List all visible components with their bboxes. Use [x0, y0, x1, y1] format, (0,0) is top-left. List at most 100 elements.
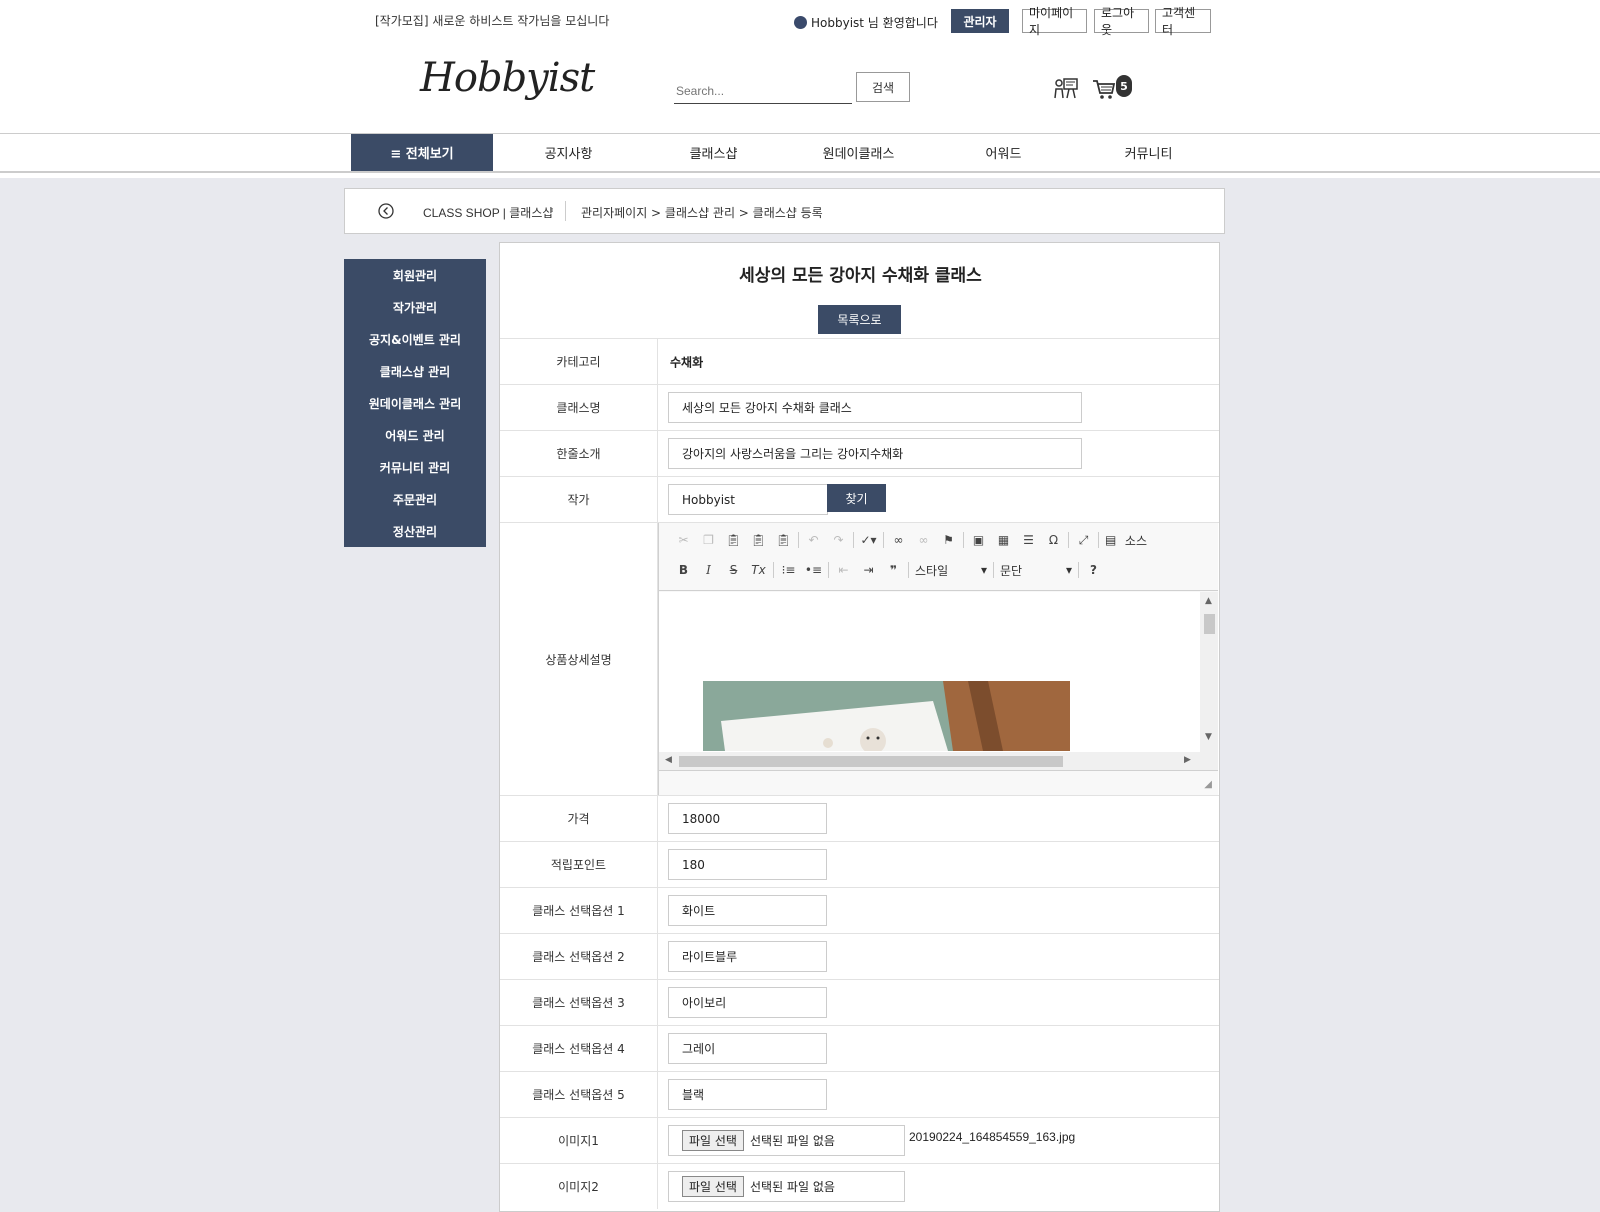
image2-choose-button[interactable]: 파일 선택 — [682, 1176, 744, 1197]
nav-all-menu[interactable]: ≡ 전체보기 — [351, 134, 493, 171]
horizontal-rule-icon[interactable]: ☰ — [1016, 529, 1041, 551]
option-row-1: 클래스 선택옵션 1 화이트 — [500, 887, 1219, 933]
maximize-icon[interactable]: ⤢ — [1071, 529, 1096, 551]
site-logo[interactable]: Hobbyist — [420, 55, 595, 101]
scroll-down-icon[interactable]: ▼ — [1205, 732, 1212, 742]
nav-community[interactable]: 커뮤니티 — [1076, 134, 1221, 171]
toolbar-separator — [853, 532, 854, 548]
copy-icon[interactable]: ❐ — [696, 529, 721, 551]
scroll-left-icon[interactable]: ◀ — [665, 755, 672, 765]
class-name-row: 클래스명 세상의 모든 강아지 수채화 클래스 — [500, 384, 1219, 430]
admin-button[interactable]: 관리자 — [951, 9, 1009, 33]
scroll-up-icon[interactable]: ▲ — [1205, 596, 1212, 606]
resize-handle-icon[interactable]: ◢ — [1204, 779, 1212, 790]
nav-oneday-class[interactable]: 원데이클래스 — [786, 134, 931, 171]
editor-content-area[interactable] — [659, 592, 1200, 770]
undo-icon[interactable]: ↶ — [801, 529, 826, 551]
option-label-2: 클래스 선택옵션 2 — [500, 934, 658, 979]
scroll-right-icon[interactable]: ▶ — [1184, 755, 1191, 765]
back-icon[interactable] — [376, 201, 396, 221]
toolbar-separator — [798, 532, 799, 548]
artist-input[interactable]: Hobbyist — [668, 484, 828, 515]
toolbar-row-1: ✂ ❐ 📋︎ 📋︎ 📋︎ ↶ ↷ ✓▾ ∞ ∞ ⚑ ▣ ▦ ☰ Ω ⤢ ▤ 소스 — [671, 529, 1151, 551]
image2-file-input[interactable]: 파일 선택 선택된 파일 없음 — [668, 1171, 905, 1202]
search-button[interactable]: 검색 — [856, 72, 910, 102]
back-to-list-button[interactable]: 목록으로 — [818, 305, 901, 334]
category-row: 카테고리 수채화 — [500, 338, 1219, 384]
help-icon[interactable]: ? — [1081, 559, 1106, 581]
paste-text-icon[interactable]: 📋︎ — [746, 529, 771, 551]
price-input[interactable]: 18000 — [668, 803, 827, 834]
option-input-3[interactable]: 아이보리 — [668, 987, 827, 1018]
outdent-icon[interactable]: ⇤ — [831, 559, 856, 581]
nav-notice[interactable]: 공지사항 — [496, 134, 641, 171]
sidebar-item-artists[interactable]: 작가관리 — [344, 291, 486, 323]
blockquote-icon[interactable]: ❞ — [881, 559, 906, 581]
source-button[interactable]: ▤ 소스 — [1101, 529, 1151, 551]
nav-divider-bottom — [0, 171, 1600, 173]
option-input-2[interactable]: 라이트블루 — [668, 941, 827, 972]
image1-choose-button[interactable]: 파일 선택 — [682, 1130, 744, 1151]
sidebar-item-oneday-class[interactable]: 원데이클래스 관리 — [344, 387, 486, 419]
toolbar-separator — [993, 562, 994, 578]
mypage-button[interactable]: 마이페이지 — [1022, 6, 1087, 37]
editor-vertical-scrollbar[interactable]: ▲ ▼ — [1200, 592, 1218, 770]
image1-file-input[interactable]: 파일 선택 선택된 파일 없음 — [668, 1125, 905, 1156]
option-label-1: 클래스 선택옵션 1 — [500, 888, 658, 933]
intro-input[interactable]: 강아지의 사랑스러움을 그리는 강아지수채화 — [668, 438, 1082, 469]
scroll-thumb[interactable] — [679, 756, 1063, 767]
bold-icon[interactable]: B — [671, 559, 696, 581]
class-name-input[interactable]: 세상의 모든 강아지 수채화 클래스 — [668, 392, 1082, 423]
italic-icon[interactable]: I — [696, 559, 721, 581]
paragraph-select[interactable]: 문단 ▾ — [996, 559, 1076, 581]
paste-icon[interactable]: 📋︎ — [721, 529, 746, 551]
logout-button[interactable]: 로그아웃 — [1094, 6, 1149, 37]
sidebar-item-award[interactable]: 어워드 관리 — [344, 419, 486, 451]
remove-format-icon[interactable]: Tx — [746, 559, 771, 581]
scroll-thumb[interactable] — [1204, 614, 1215, 634]
table-icon[interactable]: ▦ — [991, 529, 1016, 551]
cut-icon[interactable]: ✂ — [671, 529, 696, 551]
search-input[interactable] — [674, 78, 852, 104]
paste-word-icon[interactable]: 📋︎ — [771, 529, 796, 551]
sidebar-item-members[interactable]: 회원관리 — [344, 259, 486, 291]
cart-icon[interactable] — [1092, 78, 1116, 100]
unlink-icon[interactable]: ∞ — [911, 529, 936, 551]
bulleted-list-icon[interactable]: •≡ — [801, 559, 826, 581]
link-icon[interactable]: ∞ — [886, 529, 911, 551]
editor-horizontal-scrollbar[interactable]: ◀ ▶ — [659, 752, 1200, 770]
spellcheck-icon[interactable]: ✓▾ — [856, 529, 881, 551]
toolbar-separator — [908, 562, 909, 578]
sidebar-item-community[interactable]: 커뮤니티 관리 — [344, 451, 486, 483]
find-artist-button[interactable]: 찾기 — [827, 484, 886, 512]
sidebar-item-notice-events[interactable]: 공지&이벤트 관리 — [344, 323, 486, 355]
option-input-5[interactable]: 블랙 — [668, 1079, 827, 1110]
artist-board-icon[interactable] — [1053, 77, 1079, 99]
strikethrough-icon[interactable]: S — [721, 559, 746, 581]
nav-classshop[interactable]: 클래스샵 — [641, 134, 786, 171]
category-label: 카테고리 — [500, 339, 658, 384]
sidebar-item-classshop[interactable]: 클래스샵 관리 — [344, 355, 486, 387]
indent-icon[interactable]: ⇥ — [856, 559, 881, 581]
numbered-list-icon[interactable]: ⁝≡ — [776, 559, 801, 581]
option-input-4[interactable]: 그레이 — [668, 1033, 827, 1064]
dog-painting-image — [703, 681, 1070, 751]
points-input[interactable]: 180 — [668, 849, 827, 880]
option-input-1[interactable]: 화이트 — [668, 895, 827, 926]
nav-award[interactable]: 어워드 — [931, 134, 1076, 171]
support-button[interactable]: 고객센터 — [1155, 6, 1211, 37]
special-char-icon[interactable]: Ω — [1041, 529, 1066, 551]
anchor-flag-icon[interactable]: ⚑ — [936, 529, 961, 551]
detail-label: 상품상세설명 — [500, 523, 658, 795]
option-label-5: 클래스 선택옵션 5 — [500, 1072, 658, 1117]
welcome-message: Hobbyist 님 환영합니다 — [794, 14, 938, 31]
recruit-notice-link[interactable]: [작가모집] 새로운 하비스트 작가님을 모십니다 — [375, 12, 609, 29]
image-icon[interactable]: ▣ — [966, 529, 991, 551]
detail-row: 상품상세설명 ✂ ❐ 📋︎ 📋︎ 📋︎ ↶ ↷ ✓▾ ∞ ∞ ⚑ ▣ ▦ ☰ Ω… — [500, 522, 1219, 795]
image1-row: 이미지1 파일 선택 선택된 파일 없음 20190224_164854559_… — [500, 1117, 1219, 1163]
sidebar-item-settlement[interactable]: 정산관리 — [344, 515, 486, 547]
redo-icon[interactable]: ↷ — [826, 529, 851, 551]
main-nav: ≡ 전체보기 공지사항 클래스샵 원데이클래스 어워드 커뮤니티 — [351, 134, 1221, 171]
sidebar-item-orders[interactable]: 주문관리 — [344, 483, 486, 515]
style-select[interactable]: 스타일 ▾ — [911, 559, 991, 581]
